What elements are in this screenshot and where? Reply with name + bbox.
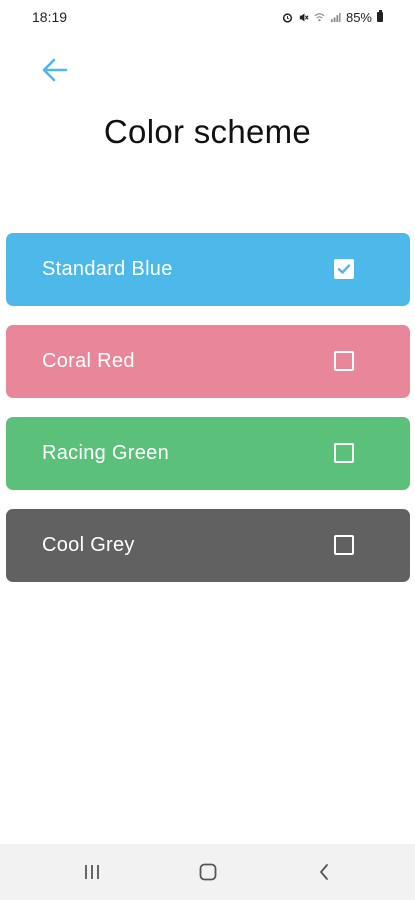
back-nav-icon <box>320 864 328 880</box>
option-label: Racing Green <box>42 442 169 464</box>
option-coral-red[interactable]: Coral Red <box>6 325 410 398</box>
battery-icon <box>377 10 383 22</box>
home-button[interactable] <box>188 858 228 886</box>
color-scheme-options: Standard Blue Coral Red Racing Green Coo… <box>6 233 410 601</box>
system-nav-bar <box>0 844 415 900</box>
mute-icon <box>299 12 309 22</box>
alarm-icon <box>282 12 293 23</box>
status-bar: 18:19 85% <box>0 0 415 36</box>
arrow-left-icon <box>42 58 68 82</box>
status-icons: 85% <box>282 9 383 25</box>
wifi-icon <box>314 12 325 21</box>
checkbox[interactable] <box>334 443 354 463</box>
back-button[interactable] <box>38 55 72 85</box>
option-cool-grey[interactable]: Cool Grey <box>6 509 410 582</box>
option-label: Cool Grey <box>42 534 135 556</box>
status-time: 18:19 <box>32 9 68 25</box>
checkmark-icon <box>337 264 351 274</box>
checkbox[interactable] <box>334 351 354 371</box>
recent-apps-icon <box>85 865 99 879</box>
option-racing-green[interactable]: Racing Green <box>6 417 410 490</box>
home-icon <box>199 863 217 881</box>
option-label: Coral Red <box>42 350 135 372</box>
signal-icon <box>330 12 341 22</box>
checkbox[interactable] <box>334 535 354 555</box>
battery-percent: 85% <box>345 9 372 25</box>
checkbox[interactable] <box>334 259 354 279</box>
recent-apps-button[interactable] <box>72 858 112 886</box>
option-standard-blue[interactable]: Standard Blue <box>6 233 410 306</box>
option-label: Standard Blue <box>42 258 173 280</box>
back-nav-button[interactable] <box>304 858 344 886</box>
page-title: Color scheme <box>103 113 312 150</box>
